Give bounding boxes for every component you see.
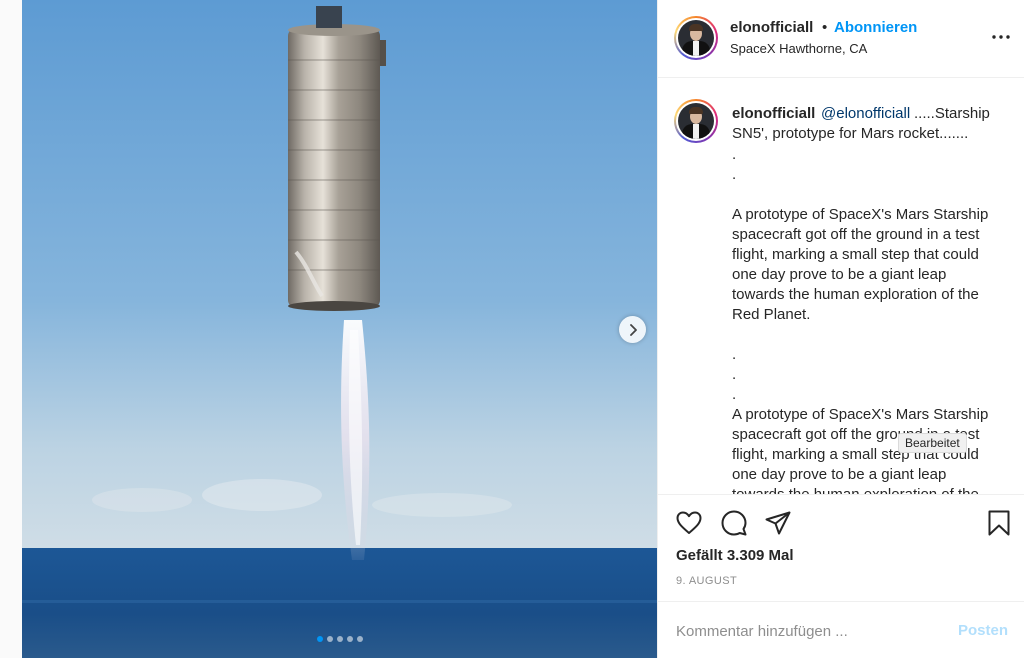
follow-button[interactable]: Abonnieren <box>834 19 917 36</box>
edited-tooltip: Bearbeitet <box>898 433 967 453</box>
caption-line: towards the human exploration of the <box>732 286 979 303</box>
more-options-button[interactable] <box>990 26 1012 48</box>
like-count[interactable]: Gefällt 3.309 Mal <box>676 547 794 564</box>
caption-line: flight, marking a small step that could <box>732 246 979 263</box>
username-link[interactable]: elonofficiall <box>730 19 813 36</box>
caption-line: A prototype of SpaceX's Mars Starship <box>732 406 989 423</box>
comment-icon <box>721 510 747 536</box>
post-image[interactable] <box>22 0 658 658</box>
save-button[interactable] <box>985 509 1013 537</box>
comment-form: Posten <box>658 601 1024 658</box>
like-button[interactable] <box>675 509 703 537</box>
chevron-right-icon <box>629 323 637 336</box>
separator-dot: • <box>822 19 828 36</box>
caption-line: one day prove to be a giant leap <box>732 466 947 483</box>
post-actions: Gefällt 3.309 Mal 9. AUGUST Posten <box>658 494 1024 658</box>
caption-avatar[interactable] <box>674 99 718 143</box>
carousel-dot <box>327 636 333 642</box>
caption-line: . <box>732 166 737 183</box>
carousel-dot <box>317 636 323 642</box>
caption-username-link[interactable]: elonofficiall <box>732 105 815 122</box>
caption-body: . . A prototype of SpaceX's Mars Starshi… <box>732 145 1014 494</box>
caption-line <box>732 325 1014 345</box>
avatar[interactable] <box>674 16 718 60</box>
caption-line <box>732 185 1014 205</box>
share-button[interactable] <box>764 509 792 537</box>
caption-line: spacecraft got off the ground in a test <box>732 226 980 243</box>
caption-line: Red Planet. <box>732 306 811 323</box>
post-date[interactable]: 9. AUGUST <box>676 575 737 587</box>
comments-section[interactable]: elonofficiall @elonofficiall .....Starsh… <box>658 79 1024 494</box>
caption-mention-link[interactable]: @elonofficiall <box>821 105 910 122</box>
carousel-next-button[interactable] <box>619 316 646 343</box>
share-icon <box>765 511 791 535</box>
carousel-dot <box>357 636 363 642</box>
carousel-dot <box>347 636 353 642</box>
caption-line: . <box>732 346 737 363</box>
carousel-indicator <box>22 636 658 642</box>
caption-line: flight, marking a small step that could <box>732 446 979 463</box>
caption-line: towards the human exploration of the <box>732 485 1014 494</box>
location-link[interactable]: SpaceX Hawthorne, CA <box>730 41 867 56</box>
post-details-panel: elonofficiall • Abonnieren SpaceX Hawtho… <box>658 0 1024 658</box>
starship-photo <box>22 0 657 658</box>
more-options-icon <box>992 35 1010 39</box>
comment-button[interactable] <box>720 509 748 537</box>
heart-icon <box>676 511 702 534</box>
caption-line: spacecraft got off the ground in a test <box>732 426 980 443</box>
caption-text: .....Starship <box>914 105 990 122</box>
caption-line: A prototype of SpaceX's Mars Starship <box>732 206 989 223</box>
carousel-dot <box>337 636 343 642</box>
caption-line: . <box>732 366 737 383</box>
page-background <box>0 0 22 658</box>
post-header: elonofficiall • Abonnieren SpaceX Hawtho… <box>658 0 1024 78</box>
post-comment-button[interactable]: Posten <box>958 622 1008 639</box>
caption-text: SN5', prototype for Mars rocket....... <box>732 125 969 142</box>
bookmark-icon <box>988 510 1010 536</box>
caption-line: one day prove to be a giant leap <box>732 266 947 283</box>
caption-line: . <box>732 146 737 163</box>
comment-input[interactable] <box>676 620 936 642</box>
caption-line: . <box>732 386 737 403</box>
